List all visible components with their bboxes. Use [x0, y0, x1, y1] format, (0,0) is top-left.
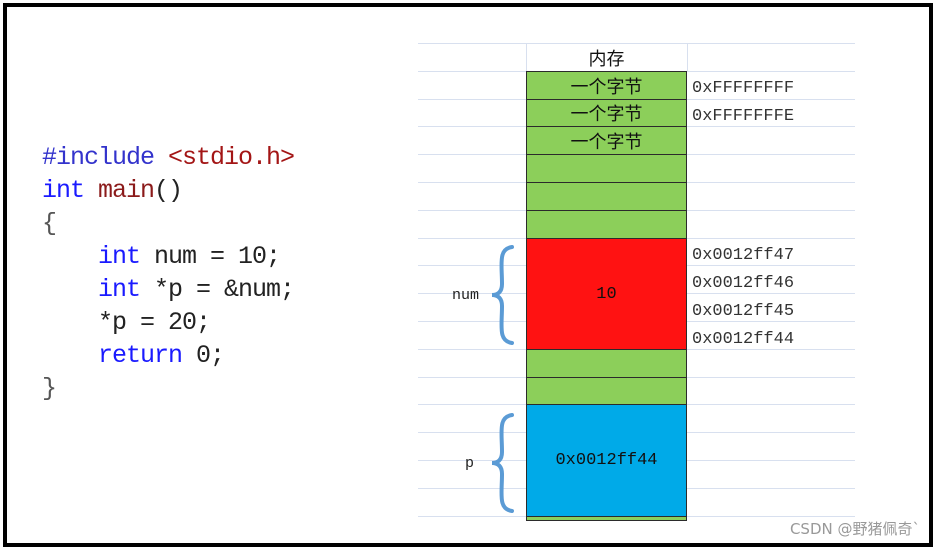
code-line: *p = 20;: [42, 306, 294, 339]
variable-label-num: num: [452, 287, 480, 304]
watermark: CSDN @野猪佩奇`: [789, 520, 920, 538]
code-token: 0;: [196, 341, 225, 370]
code-line: return 0;: [42, 339, 294, 372]
code-token: #include: [42, 143, 169, 172]
code-token: return: [98, 341, 197, 370]
code-line: {: [42, 207, 294, 240]
memory-cell-num: 10: [526, 238, 687, 350]
grid-line: [687, 43, 688, 71]
curly-brace-icon: [491, 245, 514, 345]
code-line: int num = 10;: [42, 240, 294, 273]
code-line: #include <stdio.h>: [42, 141, 295, 174]
code-token: <stdio.h>: [168, 143, 295, 172]
memory-cell-byte: [526, 154, 687, 183]
memory-cell-p: 0x0012ff44: [526, 404, 687, 517]
code-token: num = 10;: [154, 242, 281, 271]
code-token: int: [98, 242, 155, 271]
address-label: 0x0012ff46: [692, 274, 795, 293]
memory-cell-byte: 一个字节: [526, 126, 687, 155]
variable-label-p: p: [465, 455, 475, 472]
address-label: 0xFFFFFFFF: [692, 79, 795, 98]
curly-brace-icon: [491, 413, 514, 513]
memory-header: 内存: [588, 49, 625, 70]
address-label: 0x0012ff45: [692, 302, 795, 321]
code-line: int main(): [42, 174, 294, 207]
address-label: 0x0012ff44: [692, 330, 795, 349]
code-block: #include <stdio.h> int main(){ int num = …: [42, 141, 295, 405]
code-token: main: [98, 176, 155, 205]
code-token: {: [42, 209, 57, 238]
memory-cell-byte: 一个字节: [526, 71, 687, 100]
code-line: }: [42, 372, 294, 405]
address-label: 0x0012ff47: [692, 246, 795, 265]
code-token: *p = 20;: [98, 308, 211, 337]
memory-cell-byte: [526, 516, 687, 521]
memory-cell-byte: [526, 377, 687, 405]
memory-cell-byte: [526, 349, 687, 378]
memory-cell-byte: [526, 182, 687, 211]
memory-cell-byte: 一个字节: [526, 99, 687, 127]
code-token: int: [42, 176, 99, 205]
code-token: (): [154, 176, 183, 205]
code-token: }: [42, 374, 57, 403]
address-label: 0xFFFFFFFE: [692, 107, 795, 126]
code-token: int: [98, 275, 155, 304]
code-token: *p = &num;: [154, 275, 295, 304]
code-line: int *p = &num;: [42, 273, 295, 306]
memory-cell-byte: [526, 210, 687, 239]
